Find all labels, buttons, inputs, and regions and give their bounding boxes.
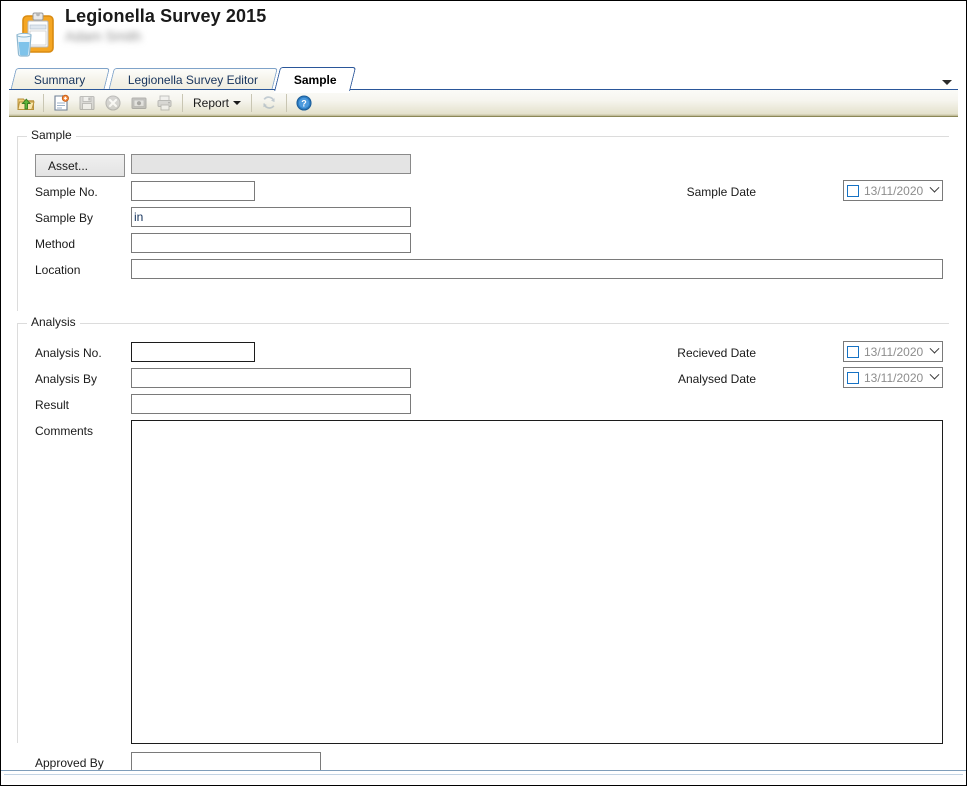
save-button[interactable] (75, 92, 99, 115)
asset-value-field[interactable] (131, 154, 411, 174)
analysed-date-picker[interactable]: 13/11/2020 (843, 367, 943, 388)
asset-button[interactable]: Asset... (35, 154, 125, 177)
sample-date-value: 13/11/2020 (864, 183, 924, 198)
sample-date-label: Sample Date (686, 185, 756, 199)
sample-no-input[interactable] (131, 181, 255, 201)
toolbar-separator (286, 94, 288, 112)
toolbar-separator (182, 94, 183, 112)
report-menu-button[interactable]: Report (187, 92, 247, 115)
approved-by-label: Approved By (35, 756, 104, 770)
recieved-date-checkbox[interactable] (847, 345, 859, 358)
analysed-date-value: 13/11/2020 (864, 370, 924, 385)
recieved-date-value: 13/11/2020 (864, 344, 924, 359)
analysed-date-checkbox[interactable] (847, 371, 859, 384)
sample-by-input[interactable] (131, 207, 411, 227)
analysis-by-input[interactable] (131, 368, 411, 388)
content-pane: Sample Asset... Sample No. Sample By Met… (9, 118, 958, 772)
status-bar (1, 770, 966, 785)
page-title: Legionella Survey 2015 (65, 6, 267, 26)
method-input[interactable] (131, 233, 411, 253)
sample-no-label: Sample No. (35, 185, 98, 199)
analysis-group: Analysis Analysis No. Analysis By Result… (17, 315, 949, 772)
tab-strip: Summary Legionella Survey Editor Sample (1, 63, 966, 92)
comments-label: Comments (35, 424, 94, 438)
tab-sample-label: Sample (293, 73, 337, 87)
window-header: Legionella Survey 2015 Adam Smith (1, 1, 966, 63)
tab-sample[interactable]: Sample (273, 67, 357, 92)
toolbar-separator (251, 94, 253, 112)
location-input[interactable] (131, 259, 943, 279)
refresh-button[interactable] (257, 92, 281, 115)
report-menu-label: Report (193, 96, 230, 110)
toolbar-separator (43, 94, 44, 112)
analysis-no-label: Analysis No. (35, 346, 102, 360)
toolbar: Report ? (9, 90, 958, 117)
page-subtitle: Adam Smith (65, 28, 142, 44)
analysis-group-label: Analysis (27, 315, 80, 329)
application-window: Legionella Survey 2015 Adam Smith Summar… (0, 0, 967, 786)
recieved-date-picker[interactable]: 13/11/2020 (843, 341, 943, 362)
print-button[interactable] (153, 92, 177, 115)
tab-summary[interactable]: Summary (10, 68, 110, 91)
tab-legionella-survey-editor-label: Legionella Survey Editor (127, 73, 258, 87)
svg-text:?: ? (301, 99, 307, 109)
open-folder-up-button[interactable] (14, 92, 38, 115)
new-record-button[interactable] (49, 92, 73, 115)
analysed-date-label: Analysed Date (677, 372, 756, 386)
tab-legionella-survey-editor[interactable]: Legionella Survey Editor (108, 68, 278, 91)
sample-date-picker[interactable]: 13/11/2020 (843, 180, 943, 201)
clipboard-sample-icon (9, 8, 61, 60)
tab-summary-label: Summary (34, 73, 86, 87)
sample-group-label: Sample (27, 128, 76, 142)
sample-date-checkbox[interactable] (847, 184, 859, 197)
method-label: Method (35, 237, 76, 251)
chevron-down-icon (233, 101, 242, 105)
delete-button[interactable] (101, 92, 125, 115)
result-input[interactable] (131, 394, 411, 414)
location-label: Location (35, 263, 81, 277)
chevron-down-icon[interactable] (926, 182, 942, 194)
result-label: Result (35, 398, 70, 412)
help-question-icon[interactable]: ? (292, 92, 316, 115)
sample-group: Sample Asset... Sample No. Sample By Met… (17, 128, 949, 311)
comments-textarea[interactable] (131, 420, 943, 744)
recieved-date-label: Recieved Date (677, 346, 756, 360)
analysis-by-label: Analysis By (35, 372, 98, 386)
camera-button[interactable] (127, 92, 151, 115)
chevron-down-icon[interactable] (926, 369, 942, 381)
chevron-down-icon[interactable] (926, 343, 942, 355)
sample-by-label: Sample By (35, 211, 94, 225)
approved-by-input[interactable] (131, 752, 321, 772)
chevron-down-icon[interactable] (940, 76, 954, 88)
analysis-no-input[interactable] (131, 342, 255, 362)
status-bar-inner (4, 774, 963, 782)
